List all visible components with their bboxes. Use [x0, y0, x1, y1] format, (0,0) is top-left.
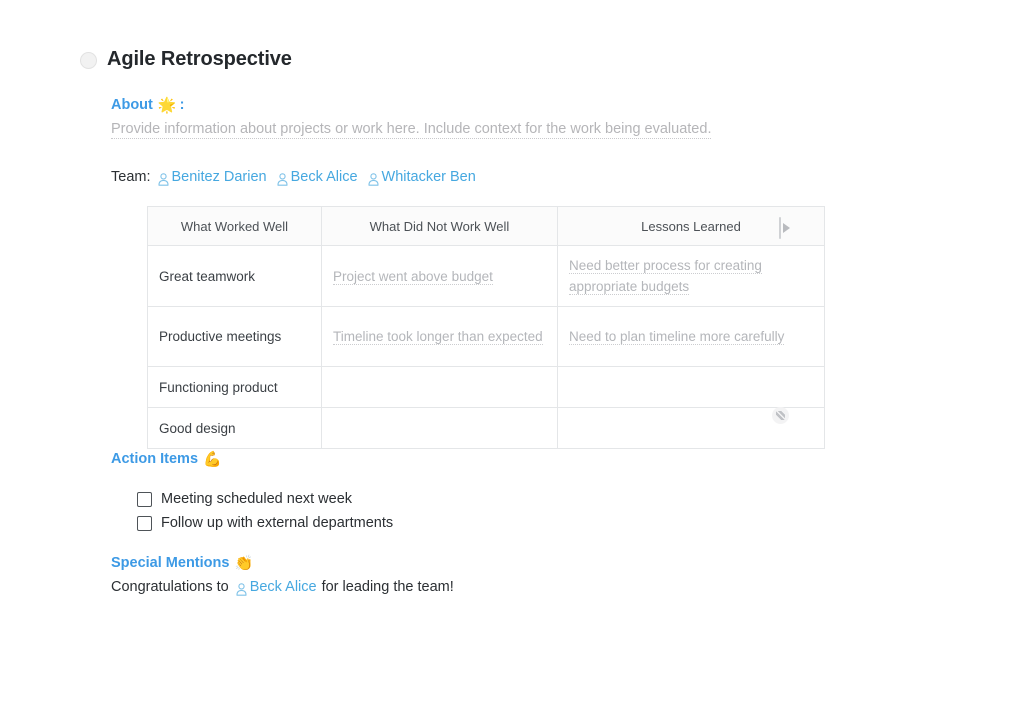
document-title-row: Agile Retrospective [80, 46, 292, 72]
about-placeholder-text: Provide information about projects or wo… [111, 121, 712, 139]
table-cell[interactable]: Timeline took longer than expected [321, 306, 558, 367]
special-mentions-text: Congratulations to Beck Alice for leadin… [111, 577, 454, 597]
special-mention-name: Beck Alice [249, 579, 317, 595]
table-cell[interactable]: Productive meetings [147, 306, 322, 367]
chevron-right-icon [783, 223, 790, 233]
congrats-suffix: for leading the team! [321, 579, 454, 595]
table-row: Productive meetings Timeline took longer… [147, 306, 825, 367]
team-member-mention[interactable]: Beck Alice [277, 167, 358, 187]
team-member-name: Beck Alice [290, 169, 358, 185]
retrospective-table-wrapper: What Worked Well What Did Not Work Well … [147, 206, 825, 449]
table-cell[interactable]: Need better process for creating appropr… [557, 245, 825, 307]
table-row: Good design [147, 407, 825, 449]
special-mentions-heading-label: Special Mentions [111, 555, 230, 571]
about-placeholder-field[interactable]: Provide information about projects or wo… [111, 119, 712, 139]
table-cell[interactable] [321, 366, 558, 408]
team-line: Team: Benitez Darien Beck Alice Whitacke… [111, 167, 476, 187]
resize-corner-glyph [776, 411, 785, 420]
team-member-mention[interactable]: Benitez Darien [157, 167, 267, 187]
table-cell-placeholder: Need to plan timeline more carefully [569, 329, 785, 345]
action-items-heading: Action Items 💪 [111, 448, 222, 469]
table-row: Functioning product [147, 366, 825, 408]
add-column-bar [779, 217, 781, 239]
glowing-star-emoji: 🌟 [157, 96, 177, 114]
retrospective-table: What Worked Well What Did Not Work Well … [147, 206, 825, 449]
table-cell[interactable] [557, 366, 825, 408]
table-cell[interactable]: Need to plan timeline more carefully [557, 306, 825, 367]
resize-corner-icon[interactable] [772, 407, 789, 424]
table-cell[interactable]: Good design [147, 407, 322, 449]
about-heading: About 🌟 : [111, 94, 184, 115]
action-item-checkbox[interactable] [137, 515, 152, 531]
list-item[interactable]: Meeting scheduled next week [137, 487, 393, 511]
table-cell[interactable] [321, 407, 558, 449]
action-items-checklist: Meeting scheduled next week Follow up wi… [137, 487, 393, 535]
about-heading-label: About [111, 97, 153, 113]
list-item[interactable]: Follow up with external departments [137, 511, 393, 535]
team-member-name: Benitez Darien [171, 169, 267, 185]
table-cell[interactable]: Project went above budget [321, 245, 558, 307]
person-icon [236, 582, 247, 596]
table-cell[interactable]: Great teamwork [147, 245, 322, 307]
table-cell[interactable]: Functioning product [147, 366, 322, 408]
special-mention-person[interactable]: Beck Alice [236, 577, 317, 597]
about-heading-colon: : [179, 97, 185, 113]
person-icon [367, 172, 379, 186]
clapping-hands-emoji: 👏 [234, 554, 254, 572]
congrats-prefix: Congratulations to [111, 579, 229, 595]
table-row: Great teamwork Project went above budget… [147, 245, 825, 307]
table-column-header[interactable]: What Did Not Work Well [321, 206, 558, 246]
person-icon [277, 172, 288, 186]
add-column-right-icon[interactable] [779, 216, 793, 240]
team-member-name: Whitacker Ben [381, 169, 476, 185]
action-item-label: Follow up with external departments [161, 515, 394, 531]
person-icon [157, 172, 169, 186]
table-column-header[interactable]: What Worked Well [147, 206, 322, 246]
page-title: Agile Retrospective [107, 48, 292, 70]
team-member-mention[interactable]: Whitacker Ben [367, 167, 476, 187]
action-items-heading-label: Action Items [111, 451, 199, 467]
table-cell-placeholder: Project went above budget [333, 268, 493, 285]
team-label: Team: [111, 169, 151, 185]
action-item-label: Meeting scheduled next week [161, 491, 353, 507]
action-item-checkbox[interactable] [137, 491, 152, 507]
document-canvas: Agile Retrospective About 🌟 : Provide in… [0, 0, 1024, 722]
special-mentions-heading: Special Mentions 👏 [111, 552, 253, 573]
flexed-biceps-emoji: 💪 [203, 450, 222, 468]
table-cell-placeholder: Need better process for creating appropr… [569, 258, 762, 295]
empty-circle-icon[interactable] [80, 51, 97, 69]
table-header-row: What Worked Well What Did Not Work Well … [147, 206, 825, 246]
table-cell-placeholder: Timeline took longer than expected [333, 329, 543, 345]
